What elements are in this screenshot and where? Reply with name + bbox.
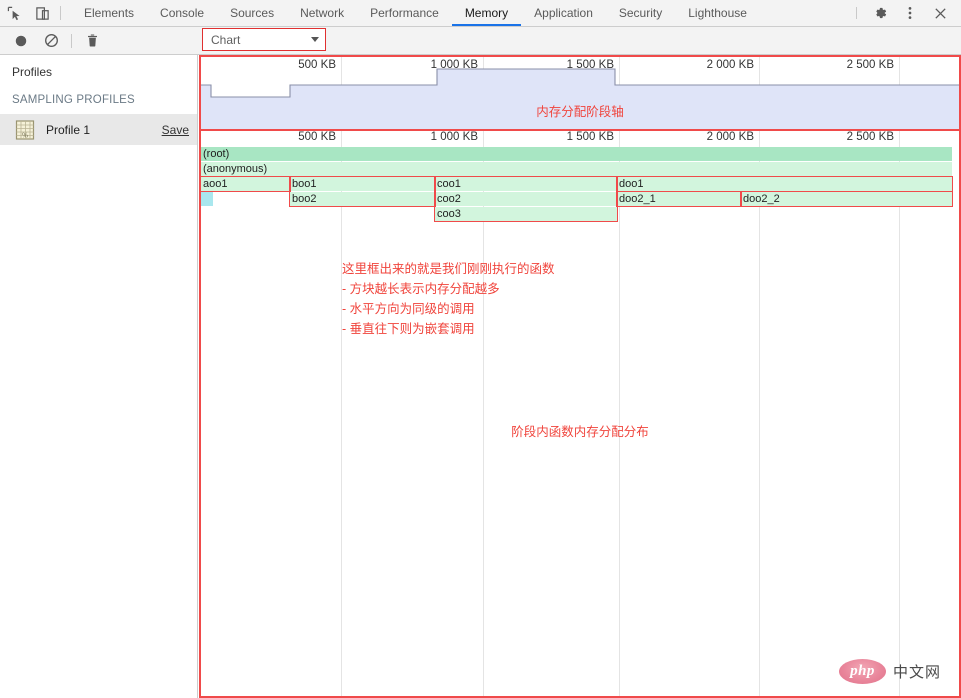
tab-elements[interactable]: Elements [71, 0, 147, 26]
php-watermark: php 中文网 [838, 659, 941, 684]
chevron-down-icon [311, 37, 319, 42]
memory-toolbar [0, 27, 961, 55]
flame-annotation-line-2: - 方块越长表示内存分配越多 [342, 282, 500, 296]
tab-console[interactable]: Console [147, 0, 217, 26]
flame-center-annotation: 阶段内函数内存分配分布 [511, 425, 649, 439]
tab-label: Lighthouse [688, 6, 747, 20]
flame-frame-doo2-2[interactable]: doo2_2 [741, 192, 952, 206]
flame-annotation-line-3: - 水平方向为同级的调用 [342, 302, 475, 316]
clear-no-entry-icon[interactable] [38, 28, 64, 54]
devtools-window: Elements Console Sources Network Perform… [0, 0, 961, 698]
tab-label: Application [534, 6, 593, 20]
tab-lighthouse[interactable]: Lighthouse [675, 0, 760, 26]
toolbar-divider [856, 7, 857, 19]
flame-frame-boo2[interactable]: boo2 [290, 192, 435, 206]
flame-annotation-line-1: 这里框出来的就是我们刚刚执行的函数 [342, 262, 555, 276]
tab-label: Security [618, 6, 663, 20]
php-site-text: 中文网 [892, 664, 941, 681]
tab-memory[interactable]: Memory [451, 0, 522, 26]
settings-gear-icon[interactable] [865, 0, 895, 26]
svg-text:%: % [22, 131, 28, 139]
toolbar-divider [71, 33, 72, 48]
flame-frame-doo2-1[interactable]: doo2_1 [617, 192, 741, 206]
close-icon[interactable] [925, 0, 955, 26]
profile-label: Profile 1 [46, 122, 91, 137]
tab-network[interactable]: Network [287, 0, 357, 26]
tab-label: Sources [230, 6, 275, 20]
profile-grid-icon: % [14, 119, 36, 141]
flame-frame-coo2[interactable]: coo2 [435, 192, 617, 206]
trash-can-icon[interactable] [79, 28, 105, 54]
tab-application[interactable]: Application [521, 0, 606, 26]
devtools-tabbar: Elements Console Sources Network Perform… [0, 0, 961, 27]
view-mode-value: Chart [211, 32, 241, 47]
flame-frame-coo1[interactable]: coo1 [435, 177, 617, 191]
panel-tabs: Elements Console Sources Network Perform… [71, 0, 760, 26]
allocation-flame-chart[interactable]: 500 KB 1 000 KB 1 500 KB 2 000 KB 2 500 … [201, 131, 959, 696]
overview-annotation: 内存分配阶段轴 [536, 105, 624, 119]
allocation-overview[interactable]: 500 KB 1 000 KB 1 500 KB 2 000 KB 2 500 … [201, 57, 959, 131]
tab-label: Elements [84, 6, 135, 20]
record-circle-icon[interactable] [8, 28, 34, 54]
device-toolbar-icon[interactable] [28, 0, 56, 26]
memory-main-panel: 500 KB 1 000 KB 1 500 KB 2 000 KB 2 500 … [199, 55, 961, 698]
flame-frame-small-block[interactable] [201, 192, 213, 206]
profiles-sidebar: Profiles SAMPLING PROFILES % Profile 1 S… [0, 55, 198, 698]
tab-performance[interactable]: Performance [357, 0, 452, 26]
inspect-element-icon[interactable] [0, 0, 28, 26]
view-mode-select[interactable]: Chart [202, 28, 326, 51]
tab-sources[interactable]: Sources [217, 0, 287, 26]
tab-label: Performance [370, 6, 439, 20]
tab-security[interactable]: Security [606, 0, 675, 26]
save-profile-link[interactable]: Save [162, 123, 189, 137]
tabbar-right-controls [856, 0, 961, 26]
sidebar-title: Profiles [12, 65, 53, 79]
tab-label: Console [160, 6, 205, 20]
flame-annotation-line-4: - 垂直往下则为嵌套调用 [342, 322, 475, 336]
toolbar-divider [60, 6, 61, 20]
overview-divider [201, 129, 959, 131]
flame-frame-aoo1[interactable]: aoo1 [201, 177, 290, 191]
php-logo-text: php [850, 663, 875, 679]
tab-label: Network [300, 6, 345, 20]
flame-frame-root[interactable]: (root) [201, 147, 952, 161]
more-options-icon[interactable] [895, 0, 925, 26]
flame-frame-coo3[interactable]: coo3 [435, 207, 617, 221]
tab-label: Memory [464, 6, 509, 20]
flame-frame-boo1[interactable]: boo1 [290, 177, 435, 191]
php-logo-icon: php [838, 659, 886, 684]
flame-frame-anonymous[interactable]: (anonymous) [201, 162, 952, 176]
sidebar-section-sampling-profiles: SAMPLING PROFILES [12, 94, 135, 106]
sidebar-item-profile-1[interactable]: % Profile 1 Save [0, 114, 197, 145]
flame-frame-doo1[interactable]: doo1 [617, 177, 952, 191]
